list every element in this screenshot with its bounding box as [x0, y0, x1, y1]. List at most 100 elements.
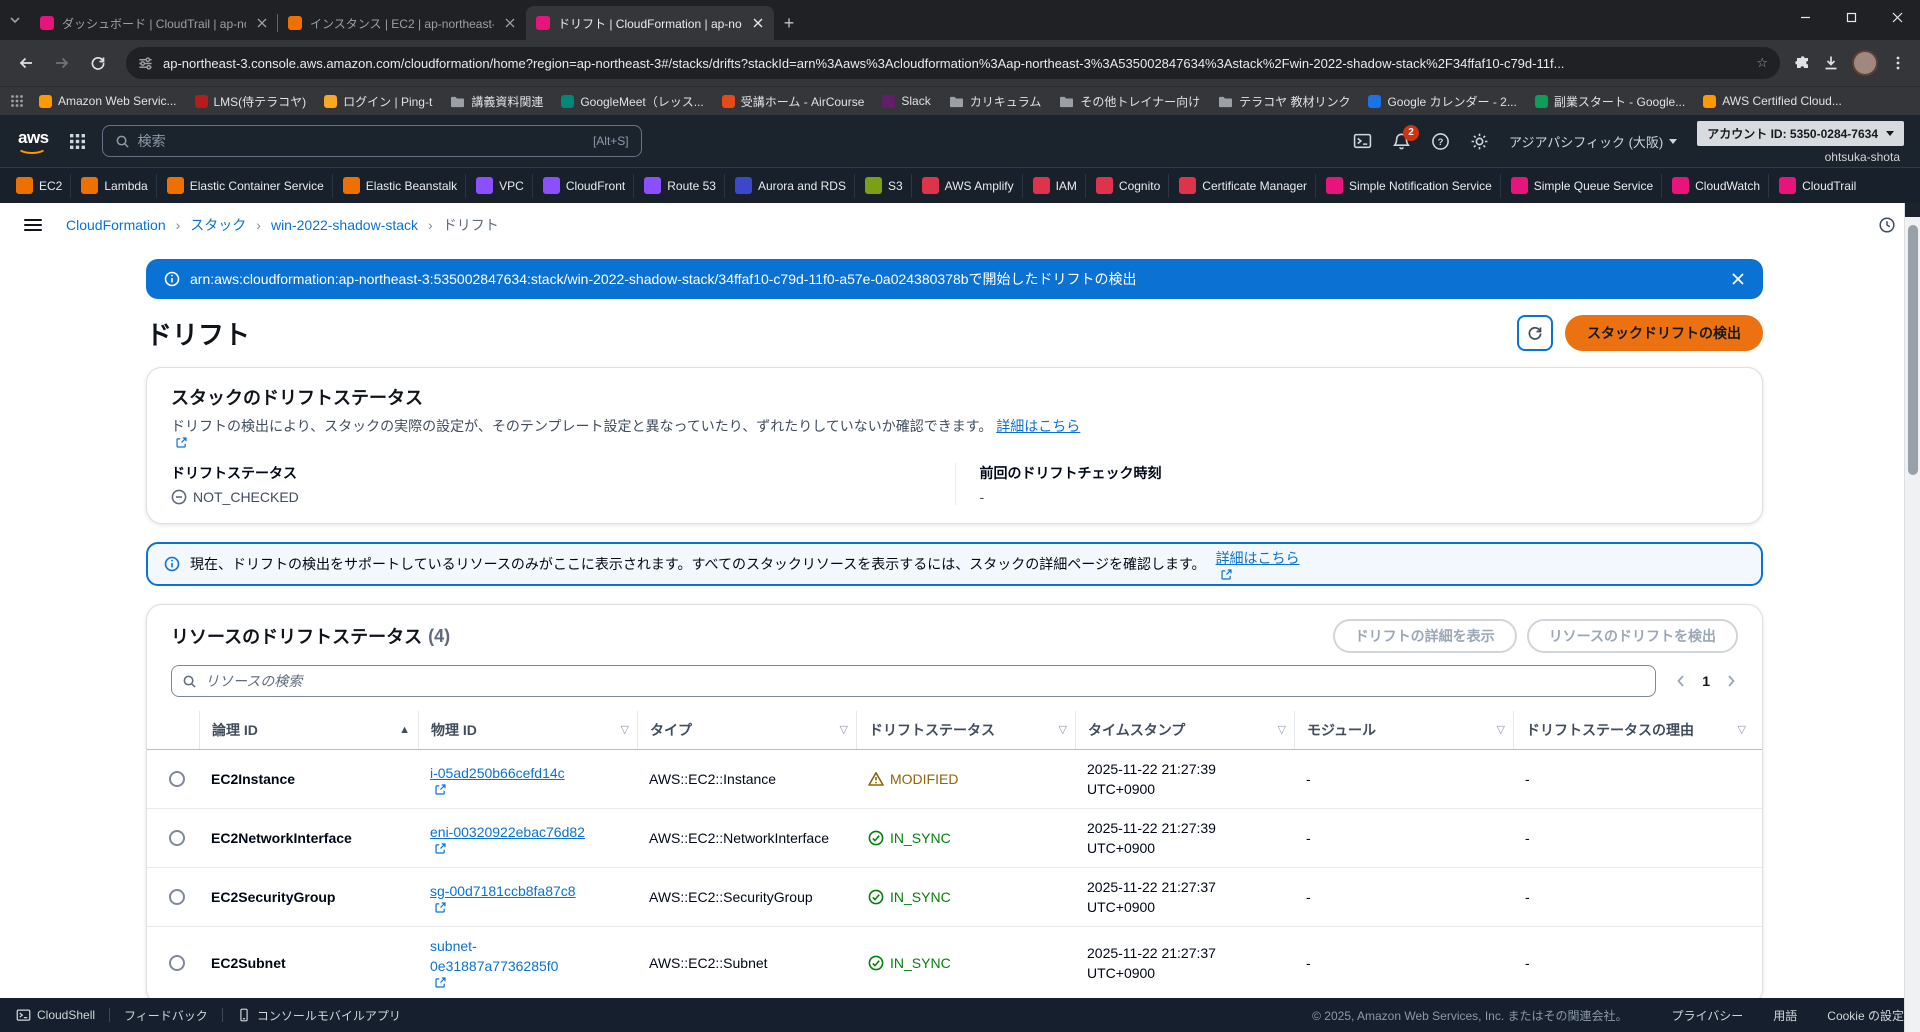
service-shortcut-s3[interactable]: S3 [857, 173, 912, 198]
service-shortcut-iam[interactable]: IAM [1025, 173, 1086, 198]
physical-id-link[interactable]: sg-00d7181ccb8fa87c8 [430, 883, 625, 914]
region-selector[interactable]: アジアパシフィック (大阪) [1509, 132, 1678, 151]
bookmark-item[interactable]: AWS Certified Cloud... [1696, 90, 1849, 112]
sort-caret-icon[interactable]: ▽ [1278, 721, 1286, 739]
service-shortcut-cloudwatch[interactable]: CloudWatch [1664, 173, 1770, 198]
terms-link[interactable]: 用語 [1773, 1007, 1797, 1024]
account-menu[interactable]: アカウント ID: 5350-0284-7634 ohtsuka-shota [1697, 120, 1904, 164]
bookmark-folder[interactable]: テラコヤ 教材リンク [1211, 90, 1357, 112]
physical-id-link[interactable]: subnet-0e31887a7736285f0 [430, 938, 625, 989]
sort-caret-icon[interactable]: ▽ [1497, 721, 1505, 739]
service-shortcut-cognito[interactable]: Cognito [1088, 173, 1170, 198]
detect-stack-drift-button[interactable]: スタックドリフトの検出 [1565, 315, 1763, 351]
browser-tab[interactable]: ダッシュボード | CloudTrail | ap-no [30, 6, 278, 40]
bookmark-item[interactable]: Amazon Web Servic... [32, 90, 184, 112]
physical-id-link[interactable]: eni-00320922ebac76d82 [430, 824, 625, 855]
notifications-bell-icon[interactable]: 2 [1392, 124, 1420, 151]
cloudshell-icon[interactable] [1353, 132, 1372, 151]
bookmark-folder[interactable]: カリキュラム [942, 90, 1049, 112]
back-icon[interactable] [10, 47, 42, 79]
bookmark-item[interactable]: 受講ホーム - AirCourse [715, 90, 872, 112]
column-header-logical-id[interactable]: 論理 ID ▲ [199, 711, 418, 749]
column-header-timestamp[interactable]: タイムスタンプ ▽ [1075, 711, 1294, 749]
forward-icon[interactable] [46, 47, 78, 79]
current-page[interactable]: 1 [1702, 673, 1710, 689]
url-text[interactable]: ap-northeast-3.console.aws.amazon.com/cl… [163, 56, 1746, 71]
bookmark-item[interactable]: ログイン | Ping-t [317, 90, 439, 112]
refresh-button[interactable] [1517, 315, 1553, 351]
service-shortcut-route53[interactable]: Route 53 [636, 173, 725, 198]
service-shortcut-sqs[interactable]: Simple Queue Service [1503, 173, 1663, 198]
bookmark-folder[interactable]: 講義資料関連 [443, 90, 550, 112]
sort-caret-icon[interactable]: ▽ [840, 721, 848, 739]
service-shortcut-beanstalk[interactable]: Elastic Beanstalk [335, 173, 467, 198]
sort-ascending-icon[interactable]: ▲ [399, 721, 410, 739]
service-shortcut-acm[interactable]: Certificate Manager [1171, 173, 1317, 198]
breadcrumb-stack-name[interactable]: win-2022-shadow-stack [271, 217, 418, 233]
close-icon[interactable] [1731, 272, 1745, 286]
column-header-reason[interactable]: ドリフトステータスの理由 ▽ [1513, 711, 1754, 749]
service-shortcut-cloudtrail[interactable]: CloudTrail [1771, 174, 1864, 198]
site-settings-tune-icon[interactable] [138, 56, 153, 71]
column-header-module[interactable]: モジュール ▽ [1294, 711, 1513, 749]
service-shortcut-rds[interactable]: Aurora and RDS [727, 173, 855, 198]
service-shortcut-ec2[interactable]: EC2 [8, 173, 72, 198]
service-shortcut-sns[interactable]: Simple Notification Service [1318, 173, 1501, 198]
physical-id-link[interactable]: i-05ad250b66cefd14c [430, 765, 625, 796]
bookmark-star-icon[interactable]: ☆ [1756, 55, 1768, 71]
scrollbar[interactable] [1904, 203, 1920, 1032]
column-header-drift-status[interactable]: ドリフトステータス ▽ [856, 711, 1075, 749]
bookmark-folder[interactable]: その他トレイナー向け [1052, 90, 1207, 112]
service-shortcut-ecs[interactable]: Elastic Container Service [159, 173, 333, 198]
chevron-down-icon[interactable] [0, 0, 30, 40]
resource-search-input[interactable] [205, 673, 1646, 689]
view-drift-details-button[interactable]: ドリフトの詳細を表示 [1332, 619, 1517, 653]
service-shortcut-vpc[interactable]: VPC [468, 173, 533, 198]
breadcrumb-stacks[interactable]: スタック [190, 215, 246, 235]
aws-logo[interactable]: aws [16, 128, 53, 154]
service-shortcut-lambda[interactable]: Lambda [73, 173, 157, 198]
service-shortcut-amplify[interactable]: AWS Amplify [914, 173, 1023, 198]
apps-grid-icon[interactable] [10, 94, 24, 108]
address-bar[interactable]: ap-northeast-3.console.aws.amazon.com/cl… [126, 47, 1780, 79]
help-icon[interactable]: ? [1431, 132, 1450, 151]
bookmark-item[interactable]: LMS(侍テラコヤ) [188, 90, 314, 112]
scrollbar-thumb[interactable] [1908, 225, 1918, 475]
next-page-icon[interactable] [1724, 674, 1738, 688]
mobile-app-link[interactable]: コンソールモバイルアプリ [237, 1007, 401, 1024]
column-header-physical-id[interactable]: 物理 ID ▽ [418, 711, 637, 749]
close-window-icon[interactable] [1874, 0, 1920, 34]
history-icon[interactable] [1878, 216, 1896, 234]
cookie-settings-link[interactable]: Cookie の設定 [1827, 1007, 1904, 1024]
close-tab-icon[interactable] [502, 15, 518, 31]
profile-avatar[interactable] [1852, 50, 1878, 76]
breadcrumb-cloudformation[interactable]: CloudFormation [66, 217, 166, 233]
service-shortcut-cloudfront[interactable]: CloudFront [535, 173, 635, 198]
close-tab-icon[interactable] [254, 15, 270, 31]
cloudshell-footer-button[interactable]: CloudShell [16, 1008, 95, 1023]
menu-kebab-icon[interactable] [1890, 55, 1906, 71]
learn-more-link[interactable]: 詳細はこちら [1216, 548, 1300, 581]
sort-caret-icon[interactable]: ▽ [1059, 721, 1067, 739]
feedback-button[interactable]: フィードバック [124, 1007, 208, 1024]
reload-icon[interactable] [82, 47, 114, 79]
resource-search[interactable] [171, 665, 1657, 697]
bookmark-item[interactable]: Slack [875, 90, 937, 112]
settings-gear-icon[interactable] [1470, 132, 1489, 151]
account-id-badge[interactable]: アカウント ID: 5350-0284-7634 [1697, 120, 1904, 146]
services-grid-icon[interactable] [69, 133, 86, 150]
maximize-icon[interactable] [1828, 0, 1874, 34]
row-radio[interactable] [169, 889, 185, 905]
side-nav-hamburger-icon[interactable] [24, 219, 42, 231]
privacy-link[interactable]: プライバシー [1672, 1007, 1744, 1024]
browser-tab-active[interactable]: ドリフト | CloudFormation | ap-no [526, 6, 774, 40]
minimize-icon[interactable] [1782, 0, 1828, 34]
sort-caret-icon[interactable]: ▽ [1738, 721, 1746, 739]
detect-resource-drift-button[interactable]: リソースのドリフトを検出 [1526, 619, 1738, 653]
bookmark-item[interactable]: Google カレンダー - 2... [1361, 90, 1523, 112]
console-search-input[interactable] [137, 133, 585, 149]
row-radio[interactable] [169, 954, 185, 971]
row-radio[interactable] [169, 830, 185, 846]
new-tab-button[interactable]: + [774, 6, 804, 40]
console-search[interactable]: [Alt+S] [101, 125, 642, 157]
